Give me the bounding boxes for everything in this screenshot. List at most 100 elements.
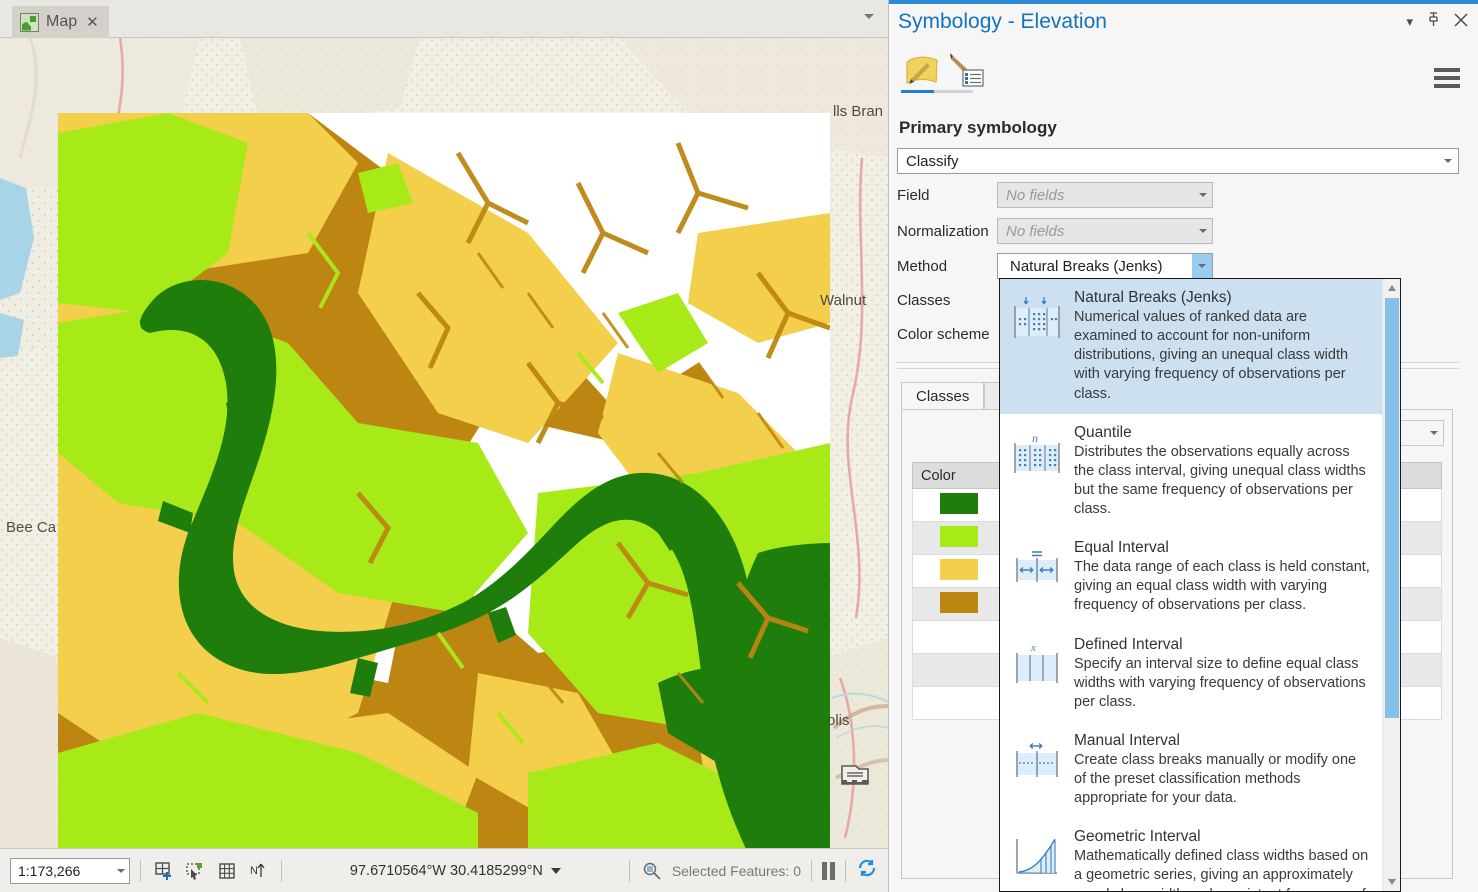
quantile-icon: n [1010,424,1064,478]
method-option-natural-breaks[interactable]: Natural Breaks (Jenks) Numerical values … [1000,279,1384,414]
attribute-table-tool-icon[interactable] [215,859,239,883]
method-combobox[interactable]: Natural Breaks (Jenks) [997,253,1213,279]
method-option-title: Manual Interval [1074,731,1180,749]
tab-vary-symbology[interactable] [949,52,989,95]
panel-icon-tabs [889,46,1478,98]
elevation-raster-svg [58,113,830,853]
scrollbar-thumb[interactable] [1385,298,1399,718]
field-value: No fields [1006,186,1065,204]
chevron-down-icon[interactable] [864,14,874,19]
natural-breaks-icon [1010,289,1064,343]
dropdown-scrollbar[interactable] [1382,279,1400,891]
chevron-down-icon[interactable] [1199,229,1207,233]
method-option-manual-interval[interactable]: Manual Interval Create class breaks manu… [1000,722,1384,818]
method-option-text: Natural Breaks (Jenks) Numerical values … [1074,289,1372,404]
divider [845,859,846,882]
method-option-geometric-interval[interactable]: Geometric Interval Mathematically define… [1000,818,1384,891]
method-option-description: Create class breaks manually or modify o… [1074,751,1357,807]
method-option-description: Distributes the observations equally acr… [1074,443,1366,517]
select-features-tool-icon[interactable] [183,859,207,883]
normalization-row: Normalization No fields [897,218,1459,244]
method-option-quantile[interactable]: n Quantile Distributes the observations … [1000,414,1384,530]
divider [281,859,282,882]
selected-features-label: Selected Features: 0 [671,862,801,879]
method-option-description: Mathematically defined class widths base… [1074,848,1369,891]
cell-color[interactable] [912,653,1005,687]
method-option-description: The data range of each class is held con… [1074,559,1370,614]
chevron-down-icon[interactable] [550,867,561,874]
field-label: Field [897,186,930,204]
symbology-panel: Symbology - Elevation ▾ Primary symbolog… [888,0,1478,892]
column-header-color: Color [912,462,1005,489]
options-menu-icon[interactable] [1434,68,1460,92]
cell-color[interactable] [912,554,1005,588]
method-option-defined-interval[interactable]: x Defined Interval Specify an interval s… [1000,626,1384,722]
map-view: lls Bran Walnut Bee Ca olis Map ✕ 1:173,… [0,0,888,892]
divider [140,859,141,882]
refresh-icon[interactable] [856,857,878,884]
arcgis-pro-window: lls Bran Walnut Bee Ca olis Map ✕ 1:173,… [0,0,1478,892]
method-option-title: Natural Breaks (Jenks) [1074,289,1232,306]
svg-text:x: x [1030,643,1036,654]
color-swatch[interactable] [939,559,978,580]
tab-map-label: Map [46,13,78,30]
chevron-down-icon[interactable] [1444,159,1452,163]
basemap-gallery-icon[interactable] [840,762,870,788]
tab-symbology[interactable] [903,52,941,93]
map-thumbnail-icon [20,12,39,32]
tab-classes[interactable]: Classes [901,382,985,410]
cell-color[interactable] [912,488,1005,522]
chevron-down-icon[interactable] [1430,431,1438,435]
normalization-combobox[interactable]: No fields [997,218,1213,244]
primary-symbology-combobox[interactable]: Classify [897,148,1459,174]
chevron-down-icon[interactable] [1199,193,1207,197]
svg-text:N: N [250,865,258,877]
color-swatch[interactable] [939,592,978,613]
method-dropdown-button[interactable] [1192,254,1212,278]
method-option-title: Defined Interval [1074,635,1183,653]
geometric-interval-icon [1010,828,1064,882]
selection-magnifier-icon[interactable] [640,859,664,883]
method-option-text: Defined Interval Specify an interval siz… [1074,636,1372,712]
tab-map[interactable]: Map ✕ [12,6,109,38]
color-swatch[interactable] [939,526,978,547]
panel-header: Symbology - Elevation [889,4,1478,40]
method-option-description: Numerical values of ranked data are exam… [1074,309,1349,402]
method-option-title: Geometric Interval [1074,828,1201,846]
color-swatch[interactable] [939,493,978,514]
defined-interval-icon: x [1010,636,1064,690]
pin-icon[interactable] [1427,12,1440,31]
scroll-down-arrow-icon[interactable] [1383,873,1400,891]
method-dropdown-list[interactable]: Natural Breaks (Jenks) Numerical values … [999,278,1401,892]
method-option-text: Equal Interval The data range of each cl… [1074,539,1372,615]
divider [628,859,630,882]
close-icon[interactable]: ✕ [84,15,101,30]
cell-color[interactable] [912,686,1005,720]
scale-value: 1:173,266 [18,862,81,879]
method-value: Natural Breaks (Jenks) [1010,257,1163,275]
chevron-down-icon[interactable] [117,868,125,873]
method-option-description: Specify an interval size to define equal… [1074,655,1366,710]
method-option-text: Manual Interval Create class breaks manu… [1074,732,1372,808]
add-frame-tool-icon[interactable] [151,859,175,883]
icon-tab-underline [901,90,973,93]
scroll-up-arrow-icon[interactable] [1383,279,1400,297]
north-arrow-tool-icon[interactable]: N [247,859,271,883]
close-icon[interactable] [1454,12,1468,31]
tab-classes-label: Classes [916,388,970,405]
method-option-text: Quantile Distributes the observations eq… [1074,424,1372,520]
method-row: Method Natural Breaks (Jenks) [897,253,1459,279]
pause-drawing-icon[interactable] [822,861,835,880]
cell-color[interactable] [912,620,1005,654]
cell-color[interactable] [912,587,1005,621]
method-option-equal-interval[interactable]: Equal Interval The data range of each cl… [1000,529,1384,625]
scale-combobox[interactable]: 1:173,266 [10,857,130,884]
basemap-canvas[interactable]: lls Bran Walnut Bee Ca olis [0,38,888,853]
classes-label: Classes [897,291,951,309]
elevation-raster-layer [58,113,830,853]
chevron-down-icon [1198,264,1206,268]
cell-color[interactable] [912,521,1005,555]
chevron-down-icon[interactable]: ▾ [1406,15,1413,28]
field-combobox[interactable]: No fields [997,182,1213,208]
normalization-value: No fields [1006,222,1065,240]
